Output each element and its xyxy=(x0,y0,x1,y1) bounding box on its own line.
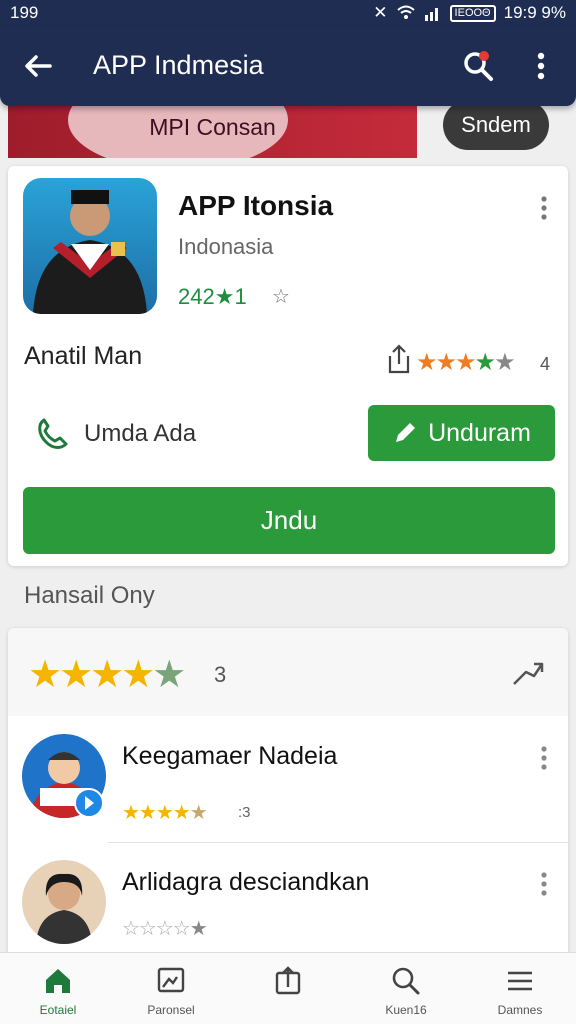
app-rating: 242★1 xyxy=(178,284,247,310)
battery-icon: ΙΕΟΟΘ xyxy=(449,4,496,22)
more-vert-icon[interactable] xyxy=(526,48,556,84)
nav-menu-label: Damnes xyxy=(497,1003,543,1017)
app-icon xyxy=(23,178,157,314)
phone-icon[interactable] xyxy=(34,416,70,452)
review-stars: ☆☆☆☆★ xyxy=(122,918,208,940)
banner-label: MPI Consan xyxy=(149,114,276,140)
summary-stars: ★★★★★ xyxy=(28,654,186,696)
share-icon xyxy=(275,966,301,995)
rating-star-outline-icon: ☆ xyxy=(272,286,290,308)
nav-gallery-label: Paronsel xyxy=(147,1003,195,1017)
search-icon[interactable] xyxy=(460,48,496,84)
share-arrow-icon[interactable] xyxy=(508,654,548,690)
app-icon-illustration xyxy=(33,190,147,314)
nav-share[interactable] xyxy=(238,953,338,1024)
page-title: APP Indmesia xyxy=(93,50,264,80)
review-stars: ★★★★★ xyxy=(122,802,208,824)
edit-button-label: Unduram xyxy=(428,418,531,447)
status-time: 199 xyxy=(10,3,39,22)
avatar xyxy=(22,860,106,944)
review-author: Keegamaer Nadeia xyxy=(122,742,338,770)
reviews-card: ★★★★★ 3 Keegamaer Nadeia ★★★★★ :3 Arlida… xyxy=(8,628,568,958)
divider xyxy=(108,842,568,843)
signal-icon xyxy=(424,8,438,21)
menu-icon xyxy=(508,971,532,991)
nav-search[interactable]: Kuen16 xyxy=(356,953,456,1024)
nav-home-label: Eotaiel xyxy=(39,1003,77,1017)
app-info-card: APP Itonsia Indonasia 242★1 ☆ Anatil Man… xyxy=(8,166,568,566)
install-button[interactable]: Jndu xyxy=(23,487,555,554)
app-bar: APP Indmesia xyxy=(0,26,576,106)
reviews-section-title: Hansail Ony xyxy=(24,582,155,609)
developer-name[interactable]: Anatil Man xyxy=(24,342,142,371)
app-more-icon[interactable] xyxy=(534,194,554,224)
app-star-rating: ★★★★★ xyxy=(416,349,516,376)
status-icons: ✕ ΙΕΟΟΘ 19:9 9% xyxy=(373,3,566,23)
reviews-summary: ★★★★★ 3 xyxy=(8,628,568,716)
star-rating-count: 4 xyxy=(540,354,551,374)
edit-button[interactable]: Unduram xyxy=(368,405,555,461)
review-author: Arlidagra desciandkan xyxy=(122,868,370,896)
home-icon xyxy=(46,969,70,993)
pencil-icon xyxy=(396,423,416,442)
status-time-right: 19:9 9% xyxy=(503,3,566,22)
verified-badge-icon xyxy=(74,788,104,818)
review-count: :3 xyxy=(238,804,251,821)
review-more-icon[interactable] xyxy=(534,870,554,900)
app-title: APP Itonsia xyxy=(178,190,334,221)
review-more-icon[interactable] xyxy=(534,744,554,774)
contact-label[interactable]: Umda Ada xyxy=(84,420,196,448)
back-arrow-icon[interactable] xyxy=(20,48,56,84)
nav-home[interactable]: Eotaiel xyxy=(8,953,108,1024)
app-rating-number: 242 xyxy=(178,284,215,309)
review-item[interactable]: Keegamaer Nadeia ★★★★★ :3 xyxy=(8,724,568,844)
summary-count: 3 xyxy=(214,662,227,687)
wifi-icon xyxy=(396,5,415,19)
status-bar: 199 ✕ ΙΕΟΟΘ 19:9 9% xyxy=(0,0,576,26)
promo-banner[interactable]: MPI Consan xyxy=(8,100,417,158)
search-icon xyxy=(392,967,420,995)
send-button[interactable]: Sndem xyxy=(443,100,549,150)
app-subtitle: Indonasia xyxy=(178,234,274,259)
share-icon[interactable] xyxy=(386,344,412,374)
nav-search-label: Kuen16 xyxy=(385,1003,427,1017)
gallery-icon xyxy=(157,967,185,993)
bottom-navigation: Eotaiel Paronsel Kuen16 Damnes xyxy=(0,952,576,1024)
nav-gallery[interactable]: Paronsel xyxy=(121,953,221,1024)
app-rating-star-text: ★1 xyxy=(214,284,247,309)
mute-icon: ✕ xyxy=(373,3,388,22)
nav-menu[interactable]: Damnes xyxy=(470,953,570,1024)
